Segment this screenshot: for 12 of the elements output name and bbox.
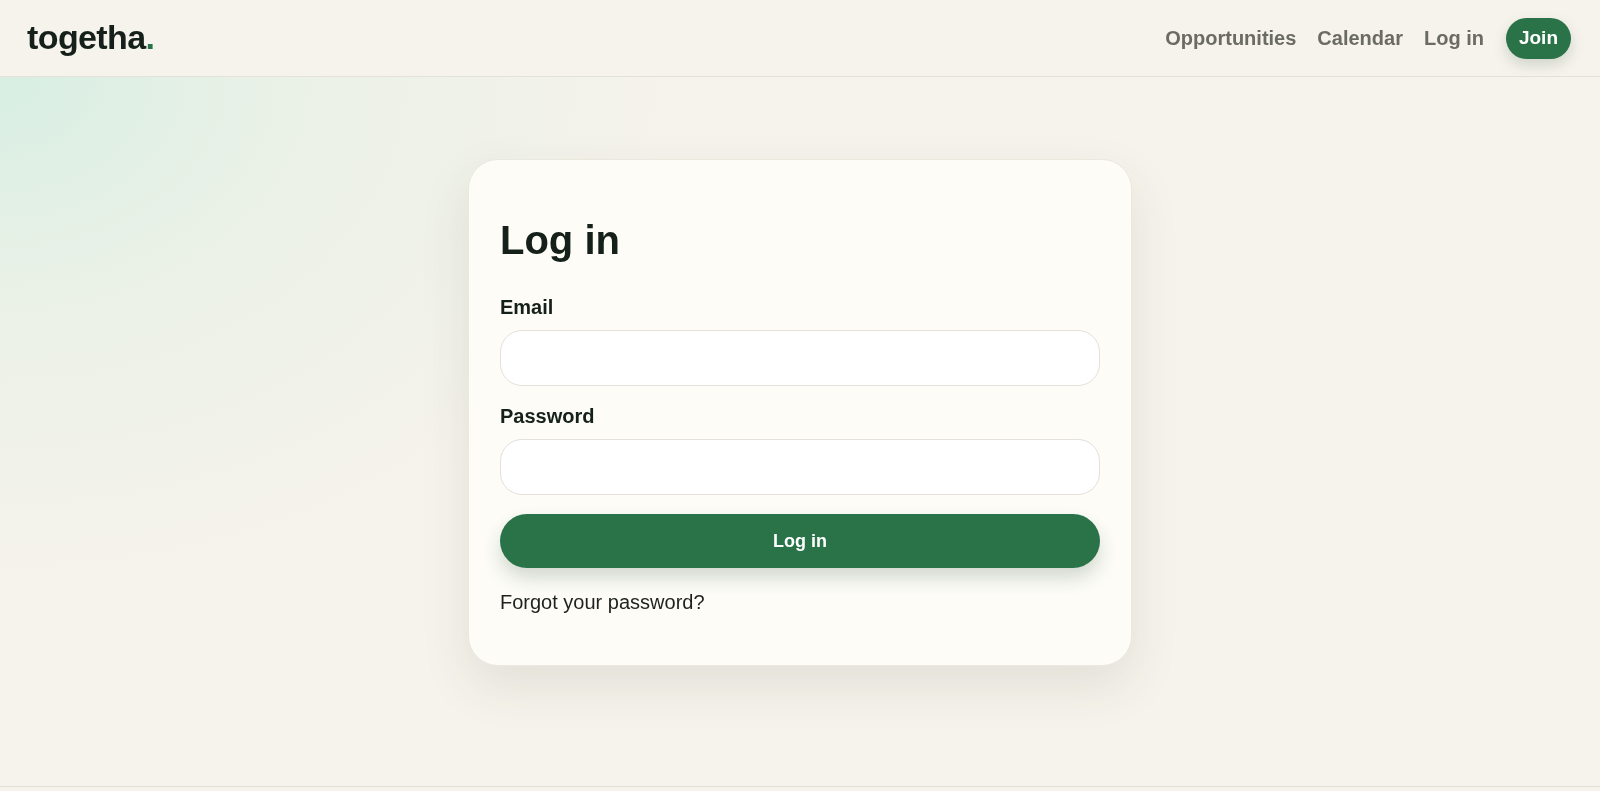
field-label: Password (500, 404, 596, 428)
login-title: Log in (500, 217, 621, 264)
logo[interactable]: togetha. (27, 17, 155, 59)
nav-link[interactable]: Opportunities (1165, 26, 1297, 50)
nav-link[interactable]: Log in (1423, 26, 1484, 50)
input-field[interactable] (500, 439, 1100, 495)
nav-link[interactable]: Calendar (1317, 26, 1403, 50)
join-button[interactable]: Join (1505, 17, 1571, 59)
input-field[interactable] (500, 330, 1100, 386)
login-button[interactable]: Log in (500, 514, 1100, 568)
forgot-password-link[interactable]: Forgot your password? (500, 590, 705, 614)
field-label: Email (500, 295, 555, 319)
